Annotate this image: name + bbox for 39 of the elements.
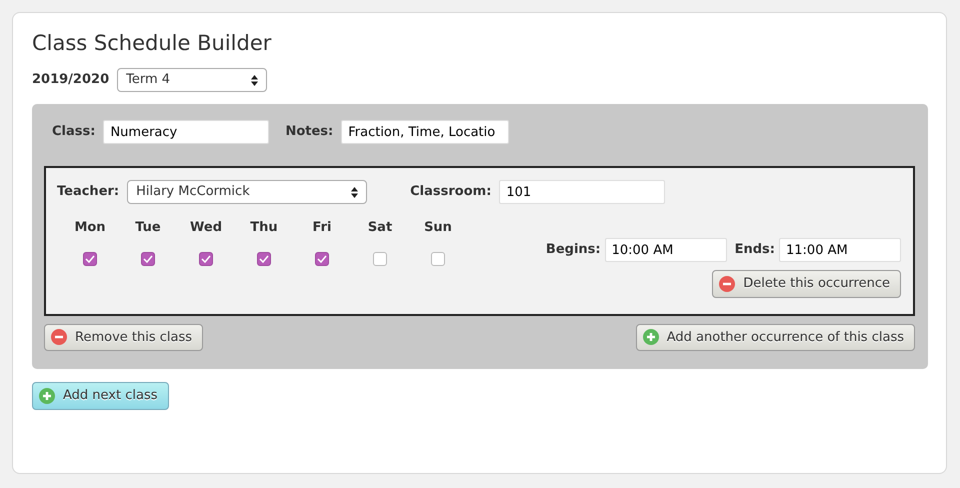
class-field[interactable]: Numeracy	[103, 120, 270, 144]
minus-icon	[51, 329, 67, 346]
notes-field[interactable]: Fraction, Time, Locatio	[341, 120, 510, 144]
remove-class-button[interactable]: Remove this class	[44, 324, 204, 352]
day-checkbox[interactable]	[373, 252, 387, 266]
day-label: Fri	[312, 219, 332, 238]
page-title: Class Schedule Builder	[32, 31, 272, 56]
dropdown-arrows-icon	[251, 74, 258, 86]
day-checkbox[interactable]	[257, 252, 271, 266]
term-select[interactable]: Term 4	[117, 68, 268, 92]
dropdown-arrows-icon	[351, 186, 358, 198]
ends-label: Ends:	[734, 241, 775, 260]
teacher-select[interactable]: Hilary McCormick	[127, 180, 368, 204]
plus-icon	[39, 388, 55, 404]
teacher-label: Teacher:	[57, 183, 120, 202]
ends-field[interactable]: 11:00 AM	[779, 238, 901, 262]
day-checkbox[interactable]	[431, 252, 445, 266]
year-label: 2019/2020	[32, 71, 110, 90]
day-checkbox[interactable]	[315, 252, 329, 266]
day-checkbox[interactable]	[83, 252, 97, 266]
plus-icon	[642, 329, 659, 346]
classroom-label: Classroom:	[410, 183, 492, 202]
day-label: Mon	[74, 219, 106, 238]
day-label: Sun	[424, 219, 452, 238]
notes-label: Notes:	[285, 123, 334, 142]
minus-icon	[719, 276, 736, 292]
begins-field[interactable]: 10:00 AM	[604, 238, 727, 262]
day-label: Sat	[368, 219, 392, 238]
day-checkbox[interactable]	[141, 252, 155, 266]
day-label: Thu	[250, 219, 278, 238]
begins-label: Begins:	[546, 241, 601, 260]
classroom-field[interactable]: 101	[499, 180, 666, 204]
add-occurrence-button[interactable]: Add another occurrence of this class	[636, 324, 915, 352]
delete-occurrence-button[interactable]: Delete this occurrence	[712, 270, 901, 298]
day-checkbox[interactable]	[199, 252, 213, 266]
add-next-class-button[interactable]: Add next class	[32, 382, 169, 410]
day-label: Wed	[190, 219, 222, 238]
class-label: Class:	[52, 123, 96, 142]
day-label: Tue	[135, 219, 161, 238]
